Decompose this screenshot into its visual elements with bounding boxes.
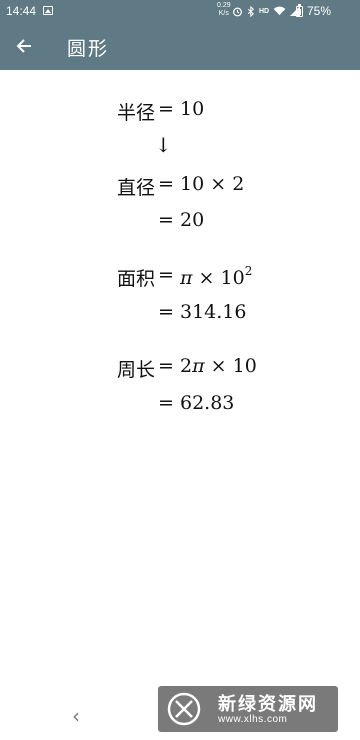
diameter-label: 直径 bbox=[116, 177, 155, 199]
perimeter-radius: 10 bbox=[232, 355, 257, 377]
radius-row: 半径 = 10 bbox=[0, 98, 360, 126]
net-speed-unit: K/s bbox=[218, 10, 229, 17]
back-button[interactable] bbox=[4, 26, 44, 66]
area-pi: π bbox=[180, 267, 193, 289]
perimeter-pi: π bbox=[192, 355, 205, 377]
watermark-name: 新绿资源网 bbox=[218, 694, 318, 715]
status-time: 14:44 bbox=[6, 4, 37, 18]
radius-equals: = bbox=[158, 98, 174, 120]
diameter-equals: = bbox=[158, 173, 174, 195]
bluetooth-icon bbox=[247, 5, 255, 17]
area-result: 314.16 bbox=[180, 301, 247, 323]
watermark-logo-icon bbox=[167, 692, 201, 726]
diameter-row: 直径 = 10 × 2 bbox=[0, 173, 360, 201]
hd-label: HD bbox=[259, 7, 270, 15]
diameter-result-row: = 20 bbox=[0, 209, 360, 237]
status-icons: HD bbox=[232, 4, 301, 18]
perimeter-result-equals: = bbox=[158, 392, 174, 414]
diameter-result-equals: = bbox=[158, 209, 174, 231]
perimeter-row: 周长 = 2π × 10 bbox=[0, 355, 360, 383]
area-result-equals: = bbox=[158, 301, 174, 323]
arrow-left-icon bbox=[16, 39, 31, 53]
net-speed: 0.29 K/s bbox=[217, 2, 231, 18]
alarm-icon bbox=[233, 7, 242, 16]
radius-value: 10 bbox=[180, 98, 205, 120]
diameter-times: × bbox=[210, 173, 227, 195]
area-equals: = bbox=[158, 264, 174, 286]
perimeter-expression: 2π × 10 bbox=[180, 355, 257, 377]
gallery-notification-icon bbox=[43, 6, 53, 15]
area-times: × bbox=[198, 267, 215, 289]
status-bar: 14:44 0.29 K/s HD 75% bbox=[0, 0, 360, 22]
diameter-factor: 2 bbox=[232, 173, 245, 195]
diameter-expression: 10 × 2 bbox=[180, 173, 244, 195]
battery-level: 75% bbox=[307, 4, 332, 18]
area-expression: π × 102 bbox=[180, 264, 252, 289]
area-base: 10 bbox=[220, 267, 245, 289]
down-arrow-icon: ↓ bbox=[155, 133, 172, 157]
perimeter-times: × bbox=[210, 355, 227, 377]
perimeter-result-row: = 62.83 bbox=[0, 392, 360, 420]
radius-label: 半径 bbox=[116, 102, 155, 124]
area-row: 面积 = π × 102 bbox=[0, 264, 360, 292]
watermark-url: www.xlhs.com bbox=[218, 714, 288, 725]
perimeter-equals: = bbox=[158, 355, 174, 377]
app-bar: 圆形 bbox=[0, 22, 360, 70]
perimeter-result: 62.83 bbox=[180, 392, 235, 414]
area-label: 面积 bbox=[116, 268, 155, 290]
diameter-result: 20 bbox=[180, 209, 205, 231]
net-speed-value: 0.29 bbox=[217, 2, 231, 9]
area-result-row: = 314.16 bbox=[0, 301, 360, 329]
area-exponent: 2 bbox=[244, 264, 253, 278]
diameter-radius: 10 bbox=[180, 173, 205, 195]
calculation-panel: 半径 = 10 ↓ 直径 = 10 × 2 = 20 面积 = π × 102 … bbox=[0, 70, 360, 670]
perimeter-label: 周长 bbox=[116, 359, 155, 381]
wifi-icon bbox=[273, 6, 286, 16]
page-title: 圆形 bbox=[67, 38, 110, 60]
watermark: 新绿资源网 www.xlhs.com bbox=[158, 686, 338, 732]
perimeter-coef: 2 bbox=[180, 355, 193, 377]
battery-icon bbox=[296, 4, 303, 17]
nav-back-button[interactable]: ‹ bbox=[72, 704, 80, 728]
